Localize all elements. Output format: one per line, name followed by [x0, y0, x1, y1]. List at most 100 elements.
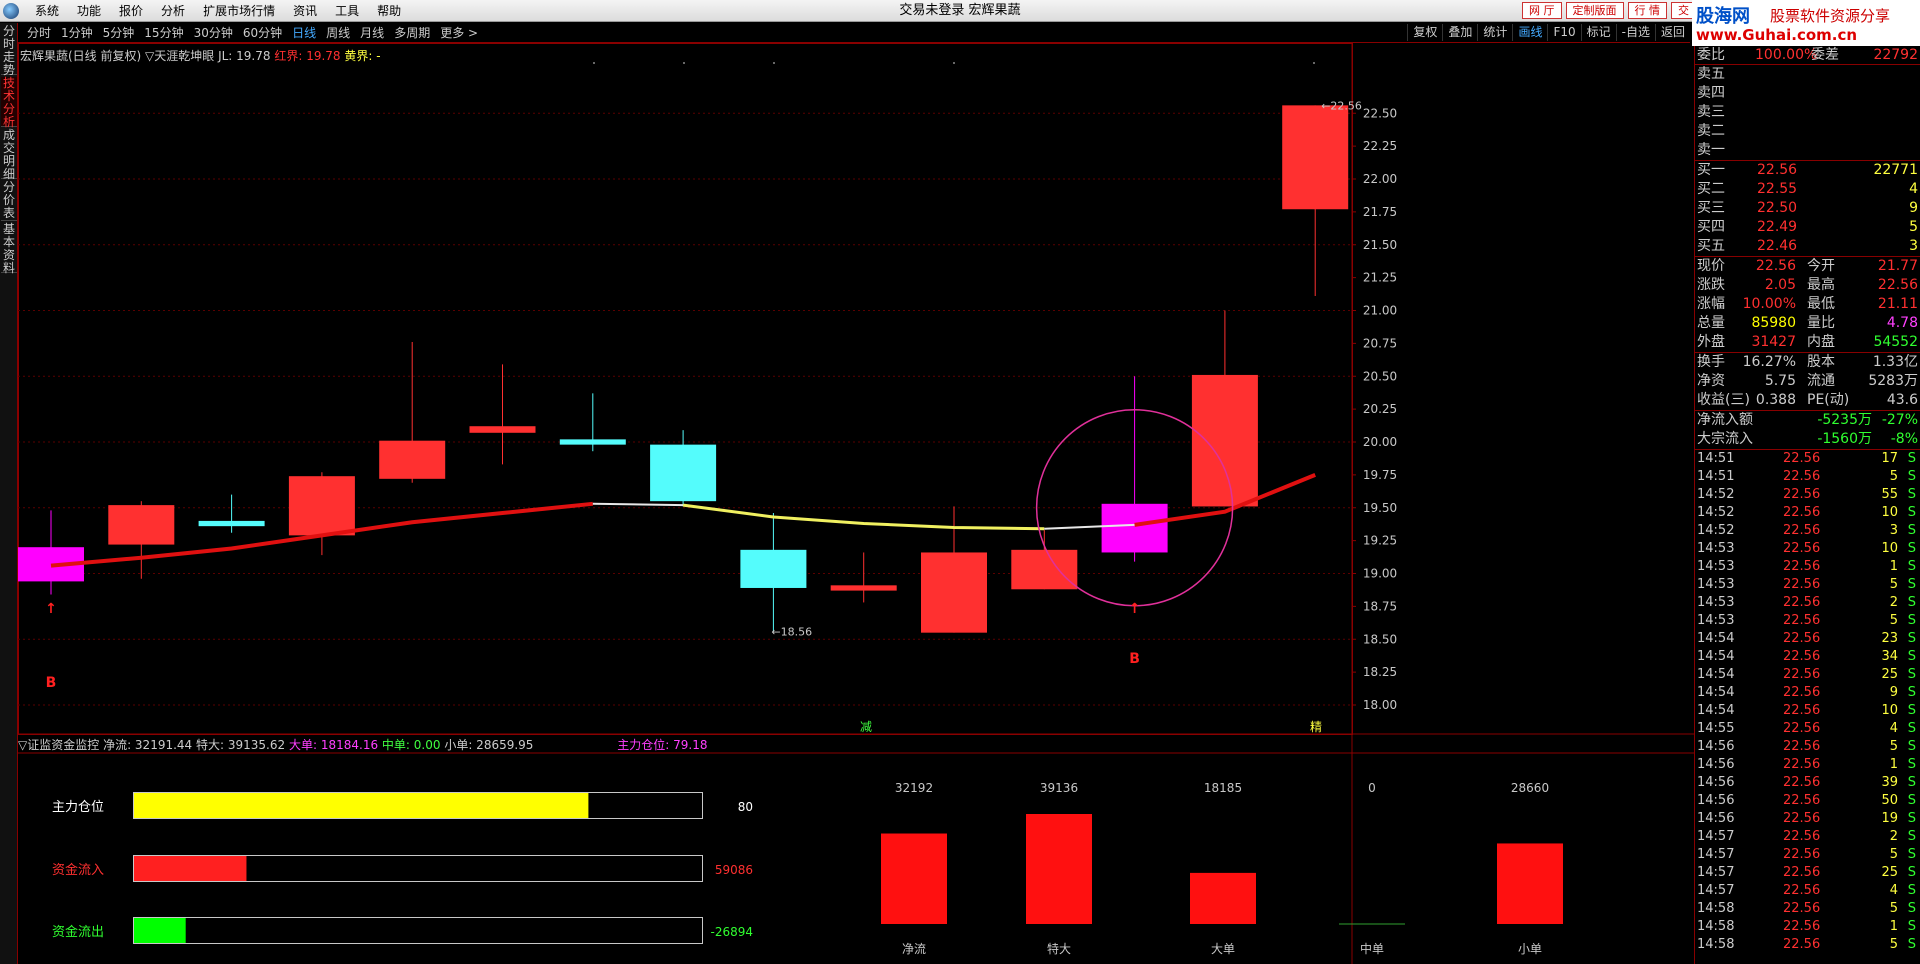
legend-yellow: 黄界: -	[344, 49, 381, 63]
sell-row: 卖四	[1695, 84, 1920, 103]
menu-news[interactable]: 资讯	[284, 3, 326, 19]
tick-row: 14:58 22.56 5 S	[1695, 936, 1920, 954]
flow-value-label: 0	[1368, 781, 1376, 795]
tick-time: 14:54	[1697, 667, 1735, 682]
tick-time: 14:57	[1697, 883, 1735, 898]
stat-value: 22.56	[1755, 258, 1796, 274]
tool-mark[interactable]: 标记	[1580, 24, 1616, 41]
tick-time: 14:57	[1697, 847, 1735, 862]
fundamental-label: 流通	[1807, 373, 1835, 389]
tick-volume: 23	[1881, 631, 1898, 646]
menu-bar: 系统 功能 报价 分析 扩展市场行情 资讯 工具 帮助	[26, 3, 410, 19]
flow-value: -1560万	[1817, 431, 1872, 447]
tick-volume: 34	[1881, 649, 1898, 664]
tab-intraday[interactable]: 分时走势	[1, 25, 17, 77]
tool-stats[interactable]: 统计	[1477, 24, 1512, 41]
tick-time: 14:53	[1697, 541, 1735, 556]
period-more[interactable]: 更多 >	[435, 25, 483, 41]
tick-time: 14:51	[1697, 469, 1735, 484]
tab-trade-detail[interactable]: 成交明细	[1, 129, 17, 181]
candle-body	[288, 476, 355, 536]
tool-remove-watchlist[interactable]: -自选	[1615, 24, 1655, 41]
tick-row: 14:58 22.56 5 S	[1695, 900, 1920, 918]
tab-price-table[interactable]: 分价表	[1, 181, 17, 221]
hall-button[interactable]: 网 厅	[1522, 2, 1562, 19]
menu-extended-market[interactable]: 扩展市场行情	[194, 3, 284, 19]
tick-side: S	[1907, 703, 1916, 718]
quotes-button[interactable]: 行 情	[1627, 2, 1667, 19]
legend-jl: JL: 19.78	[218, 49, 271, 63]
menu-help[interactable]: 帮助	[368, 3, 410, 19]
legend-indicator[interactable]: ▽天涯乾坤眼	[145, 49, 214, 63]
tab-technical[interactable]: 技术分析	[1, 77, 17, 129]
flow-row: 净流入额 -5235万 -27%	[1695, 411, 1920, 430]
menu-tools[interactable]: 工具	[326, 3, 368, 19]
flow-value-label: 28660	[1511, 781, 1549, 795]
tick-side: S	[1907, 757, 1916, 772]
period-5min[interactable]: 5分钟	[98, 25, 140, 41]
period-timeshare[interactable]: 分时	[22, 25, 56, 41]
sub-indicator-name[interactable]: ▽证监资金监控	[18, 738, 99, 752]
custom-layout-button[interactable]: 定制版面	[1565, 2, 1624, 19]
menu-system[interactable]: 系统	[26, 3, 68, 19]
menu-analysis[interactable]: 分析	[152, 3, 194, 19]
tick-side: S	[1907, 649, 1916, 664]
period-15min[interactable]: 15分钟	[139, 25, 188, 41]
tick-row: 14:54 22.56 10 S	[1695, 702, 1920, 720]
tool-back[interactable]: 返回	[1654, 24, 1690, 41]
tick-side: S	[1907, 937, 1916, 952]
period-1min[interactable]: 1分钟	[56, 25, 98, 41]
tool-draw[interactable]: 画线	[1512, 24, 1547, 41]
tick-side: S	[1907, 901, 1916, 916]
tick-volume: 10	[1881, 505, 1898, 520]
tick-time: 14:53	[1697, 613, 1735, 628]
fund-bar-frame	[133, 917, 703, 944]
tick-time: 14:58	[1697, 919, 1735, 934]
tick-price: 22.56	[1783, 793, 1821, 808]
tick-side: S	[1907, 883, 1916, 898]
fund-bar-value: 80	[738, 800, 753, 814]
chart-area[interactable]: 22.50 22.25 22.00 21.75 21.50 21.25 21.00 20.75…	[18, 43, 1694, 964]
tool-f10[interactable]: F10	[1547, 24, 1580, 41]
tab-fundamentals[interactable]: 基本资料	[1, 223, 17, 275]
buy-row: 买二 22.55 4	[1695, 180, 1920, 199]
menu-function[interactable]: 功能	[68, 3, 110, 19]
y-tick-label: 22.50	[1363, 106, 1397, 120]
period-weekly[interactable]: 周线	[321, 25, 355, 41]
weibi-row: 委比 100.00% 委差 22792	[1695, 46, 1920, 65]
period-30min[interactable]: 30分钟	[189, 25, 238, 41]
buy-label: 买五	[1697, 238, 1725, 254]
menu-quotes[interactable]: 报价	[110, 3, 152, 19]
tick-volume: 5	[1889, 937, 1898, 952]
tick-list[interactable]: 14:51 22.56 17 S 14:51 22.56 5 S 14:52 22.56 55 S 14…	[1695, 449, 1920, 954]
tick-row: 14:52 22.56 55 S	[1695, 486, 1920, 504]
tick-time: 14:56	[1697, 739, 1735, 754]
flow-column	[1026, 814, 1092, 924]
tick-row: 14:53 22.56 5 S	[1695, 612, 1920, 630]
fundamental-label: 换手	[1697, 354, 1725, 370]
buy-label: B	[1129, 651, 1140, 667]
tick-time: 14:56	[1697, 757, 1735, 772]
period-daily[interactable]: 日线	[287, 25, 321, 41]
bottom-mark: 精	[1310, 720, 1322, 734]
flow-pct: -27%	[1881, 412, 1918, 428]
tick-price: 22.56	[1783, 613, 1821, 628]
buy-price: 22.49	[1757, 219, 1798, 235]
kline-chart[interactable]: 22.50 22.25 22.00 21.75 21.50 21.25 21.00 20.75…	[18, 43, 1694, 964]
y-tick-label: 20.50	[1363, 369, 1397, 383]
y-tick-label: 18.25	[1363, 665, 1397, 679]
tool-adjust[interactable]: 复权	[1407, 24, 1442, 41]
period-monthly[interactable]: 月线	[355, 25, 389, 41]
period-60min[interactable]: 60分钟	[238, 25, 287, 41]
sell-row: 卖二	[1695, 122, 1920, 141]
period-multi[interactable]: 多周期	[389, 25, 435, 41]
sell-label: 卖三	[1697, 104, 1725, 120]
top-dot	[953, 62, 955, 64]
sub-legend: ▽证监资金监控 净流: 32191.44 特大: 39135.62 大单: 18…	[18, 736, 708, 753]
tick-price: 22.56	[1783, 721, 1821, 736]
price-stats: 现价 22.56 今开 21.77 涨跌 2.05 最高 22.56 涨幅 10.00% 最低 21.…	[1695, 256, 1920, 352]
tool-overlay[interactable]: 叠加	[1442, 24, 1477, 41]
tick-volume: 9	[1889, 685, 1898, 700]
tick-row: 14:57 22.56 25 S	[1695, 864, 1920, 882]
candle-body	[1282, 105, 1349, 210]
